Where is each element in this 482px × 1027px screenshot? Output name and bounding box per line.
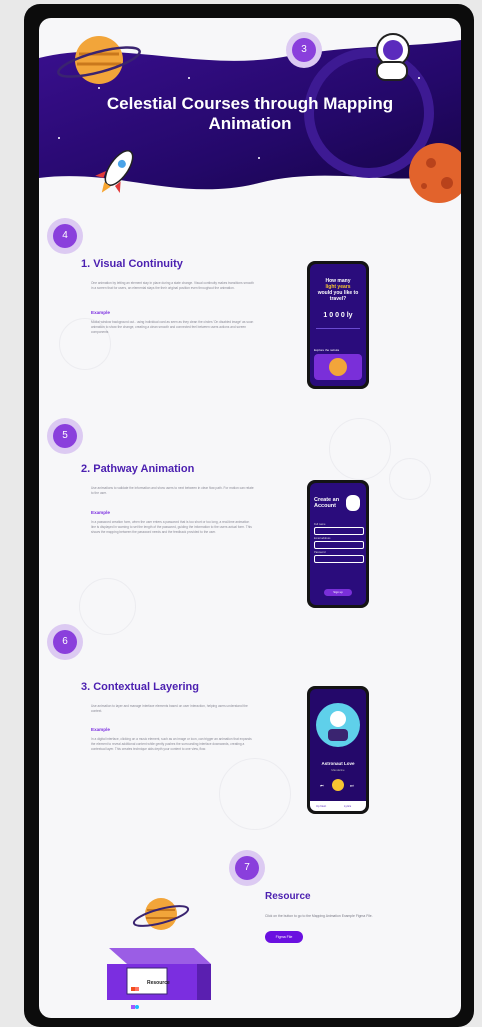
phone-mockup-light-years: How many light years would you like to t… <box>307 261 369 389</box>
astronaut-icon <box>330 711 346 727</box>
saturn-icon <box>132 898 190 930</box>
section-title-contextual-layering: 3. Contextual Layering <box>81 681 199 693</box>
next-icon[interactable]: ⏭ <box>350 783 354 788</box>
astronaut-icon <box>346 495 360 511</box>
name-field[interactable] <box>314 527 364 535</box>
example-label: Example <box>91 510 110 515</box>
box-icon <box>107 948 211 1000</box>
doodle-planet <box>79 578 136 635</box>
nebula-card[interactable] <box>314 354 362 380</box>
album-art <box>316 703 360 747</box>
example-body: In a password creation form, when the us… <box>91 520 252 534</box>
resource-illustration <box>107 898 211 1000</box>
doodle-planet <box>389 458 431 500</box>
planet-icon <box>329 358 347 376</box>
light-years-value: 1 0 0 0 ly <box>323 312 353 319</box>
sign-up-button[interactable]: Sign up <box>324 589 352 596</box>
box-label: Resource <box>147 980 170 986</box>
section-title-visual-continuity: 1. Visual Continuity <box>81 258 183 270</box>
hero-banner: 3 Celestial Courses through Mapping Anim… <box>39 18 461 228</box>
step-badge-6: 6 <box>47 624 83 660</box>
figma-icon <box>131 978 139 1009</box>
step-badge-7: 7 <box>229 850 265 886</box>
play-button[interactable] <box>332 779 344 791</box>
artist-name: Mandarine <box>331 768 345 772</box>
phone-mockup-music-player: Astronaut Love Mandarine ⏮ ⏭ Up Next Lyr… <box>307 686 369 814</box>
tab-up-next[interactable]: Up Next <box>316 804 326 808</box>
section-body: Use animation to layer and manage interf… <box>91 704 248 713</box>
step-badge-3: 3 <box>286 32 322 68</box>
page-title: Celestial Courses through Mapping Animat… <box>106 94 394 133</box>
astronaut-icon <box>376 33 410 81</box>
section-body: Use animations to validate the informati… <box>91 486 254 495</box>
step-badge-4: 4 <box>47 218 83 254</box>
doodle-planet <box>219 758 291 830</box>
example-label: Example <box>91 310 110 315</box>
resource-title: Resource <box>265 891 311 902</box>
example-body: Modal window background out.. using indi… <box>91 320 254 334</box>
section-body: One animation by letting an element stay… <box>91 281 254 290</box>
tab-lyrics[interactable]: Lyrics <box>344 804 351 808</box>
email-field[interactable] <box>314 541 364 549</box>
section-title-pathway-animation: 2. Pathway Animation <box>81 463 195 475</box>
figma-file-button[interactable]: Figma File <box>265 931 303 943</box>
password-field[interactable] <box>314 555 364 563</box>
song-title: Astronaut Love <box>321 761 355 766</box>
step-badge-5: 5 <box>47 418 83 454</box>
page: 3 Celestial Courses through Mapping Anim… <box>39 18 461 1018</box>
example-label: Example <box>91 727 110 732</box>
resource-text: Click on the button to go to the Mapping… <box>265 914 373 918</box>
phone-mockup-create-account: Create an Account Full name Email addres… <box>307 480 369 608</box>
previous-icon[interactable]: ⏮ <box>320 783 324 788</box>
doodle-planet <box>329 418 391 480</box>
example-body: In a digital interface, clicking on a mu… <box>91 737 252 751</box>
